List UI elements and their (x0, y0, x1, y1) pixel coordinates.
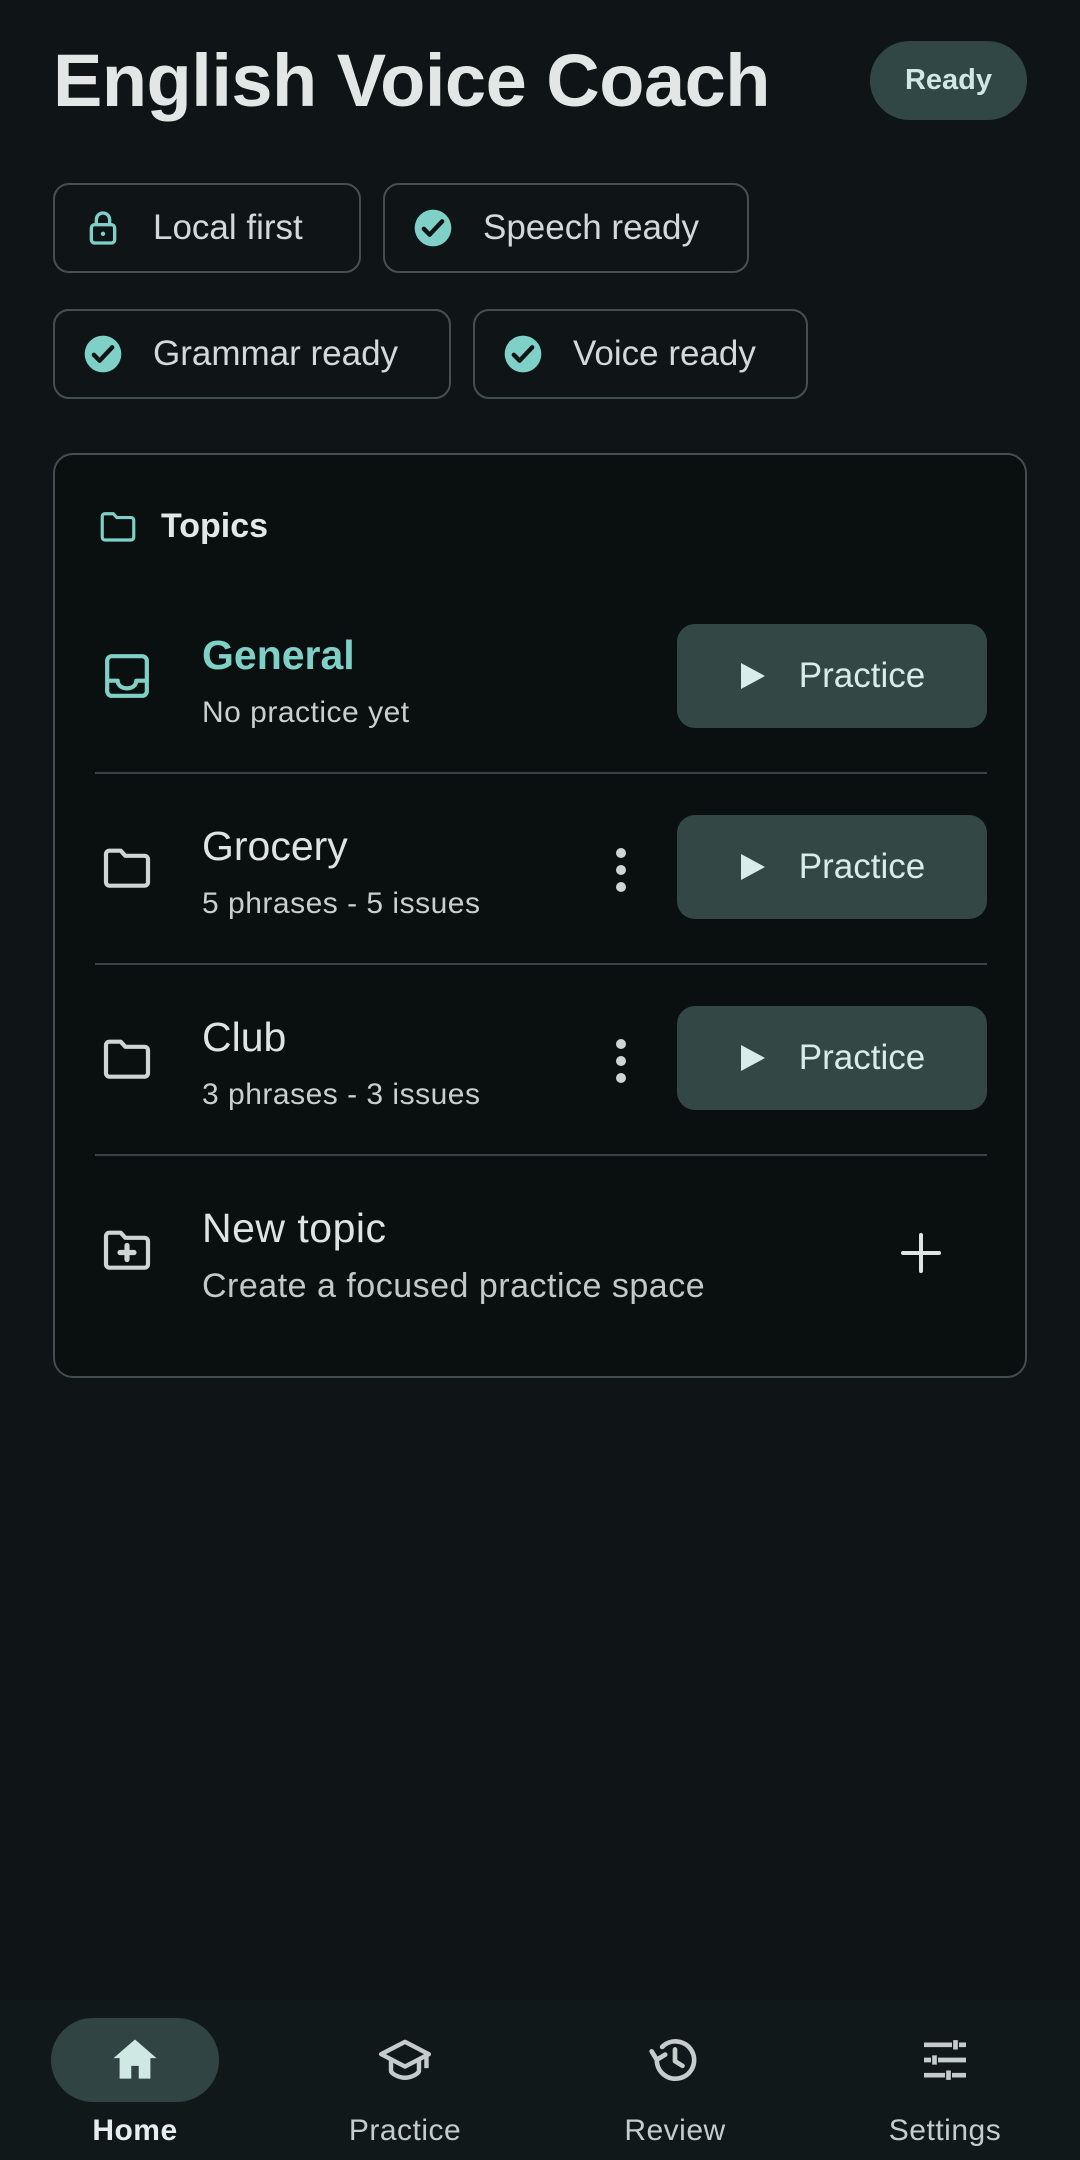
topic-row-general[interactable]: General No practice yet Practice (95, 584, 987, 774)
nav-label: Home (92, 2114, 178, 2147)
history-icon (649, 2039, 697, 2082)
topic-name: Club (202, 1014, 287, 1060)
topic-row-grocery[interactable]: Grocery 5 phrases - 5 issues Practice (95, 775, 987, 965)
divider (95, 1154, 987, 1156)
chip-local-first[interactable]: Local first (53, 183, 361, 273)
nav-home-indicator (51, 2018, 219, 2102)
nav-settings-indicator (861, 2018, 1029, 2102)
chip-label: Voice ready (573, 334, 756, 373)
nav-label: Review (624, 2114, 726, 2147)
practice-button-label: Practice (798, 656, 926, 695)
new-topic-row[interactable]: New topic Create a focused practice spac… (95, 1157, 987, 1347)
folder-icon (99, 1030, 155, 1086)
app-header: English Voice Coach Ready (53, 30, 1027, 142)
chip-label: Local first (153, 208, 303, 247)
chip-label: Grammar ready (153, 334, 399, 373)
sliders-icon (924, 2040, 966, 2080)
app-title: English Voice Coach (53, 39, 770, 122)
more-vert-icon (616, 848, 626, 892)
nav-settings[interactable]: Settings (810, 2000, 1080, 2160)
more-options-button[interactable] (593, 1033, 649, 1089)
folder-add-icon (99, 1221, 155, 1277)
add-topic-button[interactable] (891, 1223, 951, 1283)
play-icon (740, 663, 765, 689)
topic-meta: 3 phrases - 3 issues (202, 1078, 481, 1111)
inbox-icon (99, 648, 155, 704)
topics-title: Topics (161, 506, 269, 545)
check-circle-icon (413, 208, 453, 248)
topic-name: Grocery (202, 823, 348, 869)
new-topic-title: New topic (202, 1205, 387, 1251)
home-screen: English Voice Coach Ready Local first Sp… (0, 0, 1080, 2160)
folder-icon (99, 839, 155, 895)
practice-button-label: Practice (798, 847, 926, 886)
topic-name: General (202, 632, 355, 678)
divider (95, 772, 987, 774)
more-vert-icon (616, 1039, 626, 1083)
practice-button-general[interactable]: Practice (677, 624, 987, 728)
status-badge: Ready (870, 41, 1027, 120)
practice-button-label: Practice (798, 1038, 926, 1077)
more-options-button[interactable] (593, 842, 649, 898)
new-topic-description: Create a focused practice space (202, 1267, 706, 1305)
topics-card: Topics General No practice yet Practice (53, 453, 1027, 1378)
plus-icon (901, 1233, 941, 1273)
topics-header: Topics (97, 501, 268, 551)
topic-row-club[interactable]: Club 3 phrases - 3 issues Practice (95, 966, 987, 1156)
nav-review-indicator (591, 2018, 759, 2102)
divider (95, 963, 987, 965)
play-icon (740, 1045, 765, 1071)
home-icon (113, 2039, 157, 2079)
nav-review[interactable]: Review (540, 2000, 810, 2160)
graduation-cap-icon (378, 2039, 432, 2080)
practice-button-grocery[interactable]: Practice (677, 815, 987, 919)
lock-icon (83, 208, 123, 248)
chip-label: Speech ready (483, 208, 699, 247)
chip-voice-ready[interactable]: Voice ready (473, 309, 808, 399)
nav-label: Practice (348, 2114, 462, 2147)
topic-meta: 5 phrases - 5 issues (202, 887, 481, 920)
nav-label: Settings (888, 2114, 1002, 2147)
nav-home[interactable]: Home (0, 2000, 270, 2160)
practice-button-club[interactable]: Practice (677, 1006, 987, 1110)
nav-practice-indicator (321, 2018, 489, 2102)
check-circle-icon (83, 334, 123, 374)
play-icon (740, 854, 765, 880)
chip-grammar-ready[interactable]: Grammar ready (53, 309, 451, 399)
nav-practice[interactable]: Practice (270, 2000, 540, 2160)
check-circle-icon (503, 334, 543, 374)
chip-speech-ready[interactable]: Speech ready (383, 183, 749, 273)
bottom-navigation: Home Practice Review Settings (0, 2000, 1080, 2160)
topic-meta: No practice yet (202, 696, 410, 729)
folder-icon (100, 512, 136, 542)
